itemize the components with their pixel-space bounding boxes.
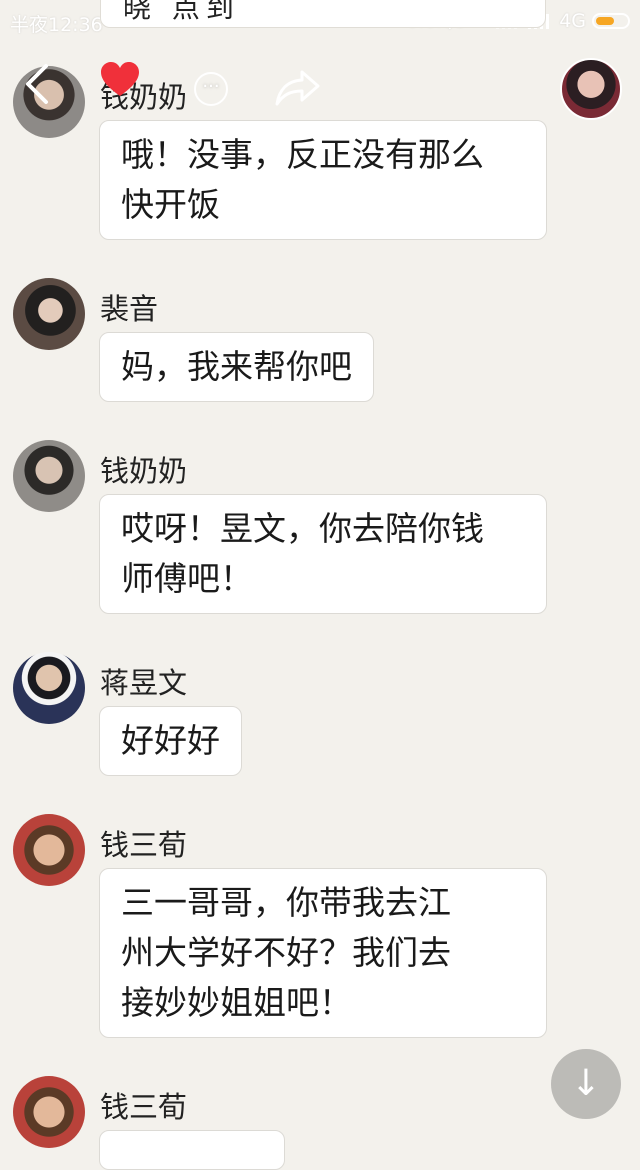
- status-time: 半夜12:36: [10, 14, 103, 36]
- scroll-down-button[interactable]: ↓: [551, 1049, 621, 1119]
- message-bubble[interactable]: 哦！没事，反正没有那么 快开饭: [99, 120, 547, 240]
- sender-name: 钱三荀: [100, 1090, 188, 1124]
- message-line: 三一哥哥，你带我去江: [121, 883, 451, 922]
- share-icon[interactable]: [274, 68, 322, 112]
- message-line: 哎呀！昱文，你去陪你钱: [121, 509, 484, 548]
- message-bubble[interactable]: 好好好: [99, 706, 242, 776]
- message-bubble[interactable]: 哎呀！昱文，你去陪你钱 师傅吧！: [99, 494, 547, 614]
- sender-name: 裴音: [100, 292, 159, 326]
- message-line: 好好好: [121, 721, 220, 760]
- battery-icon: [592, 13, 630, 29]
- message-line: 州大学好不好？我们去: [121, 933, 451, 972]
- avatar[interactable]: [13, 652, 85, 724]
- message-line: 师傅吧！: [121, 559, 253, 598]
- avatar[interactable]: [13, 440, 85, 512]
- avatar[interactable]: [13, 278, 85, 350]
- message-bubble[interactable]: 妈，我来帮你吧: [99, 332, 374, 402]
- more-dots-icon[interactable]: ···: [194, 72, 228, 106]
- sender-name: 蒋昱文: [100, 666, 188, 700]
- message-bubble[interactable]: [99, 1130, 285, 1170]
- sender-name: 钱三荀: [100, 828, 188, 862]
- sender-name: 钱奶奶: [100, 454, 188, 488]
- clipped-message-text: 晓 点到: [123, 0, 240, 24]
- message-line: 快开饭: [121, 185, 220, 224]
- avatar[interactable]: [13, 1076, 85, 1148]
- network-type: 4G: [559, 10, 586, 32]
- battery-fill: [596, 17, 614, 25]
- message-bubble[interactable]: 三一哥哥，你带我去江 州大学好不好？我们去 接妙妙姐姐吧！: [99, 868, 547, 1038]
- clipped-message-bubble: 晓 点到: [100, 0, 546, 28]
- message-line: 接妙妙姐姐吧！: [121, 983, 352, 1022]
- avatar[interactable]: [13, 814, 85, 886]
- chevron-left-icon[interactable]: [22, 62, 52, 116]
- message-line: 哦！没事，反正没有那么: [121, 135, 484, 174]
- message-line: 妈，我来帮你吧: [121, 347, 352, 386]
- user-avatar[interactable]: [560, 58, 622, 120]
- heart-icon[interactable]: [100, 62, 140, 107]
